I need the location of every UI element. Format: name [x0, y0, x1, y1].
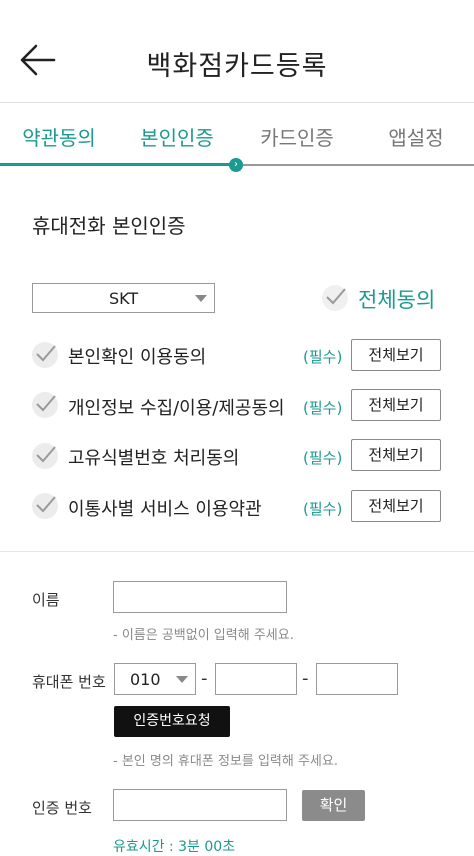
required-badge: (필수)	[303, 449, 343, 467]
phone-separator: -	[201, 668, 208, 689]
name-label: 이름	[32, 591, 60, 609]
required-badge: (필수)	[303, 500, 343, 518]
term-label-privacy: 개인정보 수집/이용/제공동의	[68, 398, 285, 419]
carrier-select-value: SKT	[109, 289, 139, 308]
section-title: 휴대전화 본인인증	[32, 214, 186, 238]
code-label: 인증 번호	[32, 799, 92, 817]
term-checkbox-carrier-service[interactable]	[32, 493, 58, 519]
phone-label: 휴대폰 번호	[32, 673, 106, 691]
term-checkbox-unique-id[interactable]	[32, 443, 58, 469]
chevron-down-icon	[176, 676, 188, 683]
app-header: 백화점카드등록	[0, 0, 474, 103]
term-label-unique-id: 고유식별번호 처리동의	[68, 448, 240, 469]
phone-separator: -	[302, 668, 309, 689]
view-all-button-privacy[interactable]: 전체보기	[351, 389, 441, 421]
agree-all-label[interactable]: 전체동의	[358, 284, 435, 314]
tab-terms-agreement[interactable]: 약관동의	[0, 122, 118, 151]
term-label-identity: 본인확인 이용동의	[68, 347, 207, 368]
name-hint: - 이름은 공백없이 입력해 주세요.	[113, 628, 294, 643]
required-badge: (필수)	[303, 348, 343, 366]
tab-identity-verification[interactable]: 본인인증	[118, 122, 236, 151]
view-all-button-unique-id[interactable]: 전체보기	[351, 439, 441, 471]
name-input[interactable]	[113, 581, 287, 613]
phone-last-input[interactable]	[316, 663, 398, 695]
progress-track-remaining	[236, 164, 474, 166]
carrier-select[interactable]: SKT	[32, 283, 215, 313]
term-label-carrier-service: 이통사별 서비스 이용약관	[68, 499, 262, 520]
phone-middle-input[interactable]	[215, 663, 297, 695]
tab-app-settings[interactable]: 앱설정	[357, 122, 474, 151]
phone-hint: - 본인 명의 휴대폰 정보를 입력해 주세요.	[113, 754, 338, 769]
chevron-down-icon	[195, 295, 207, 302]
section-divider	[0, 551, 474, 552]
required-badge: (필수)	[303, 399, 343, 417]
page-title: 백화점카드등록	[146, 51, 328, 82]
view-all-button-identity[interactable]: 전체보기	[351, 339, 441, 371]
tab-card-verification[interactable]: 카드인증	[238, 122, 356, 151]
progress-track-completed	[0, 163, 236, 166]
term-checkbox-identity[interactable]	[32, 342, 58, 368]
request-code-button[interactable]: 인증번호요청	[114, 706, 230, 737]
confirm-button[interactable]: 확인	[302, 790, 365, 821]
timer-text: 유효시간 : 3분 00초	[113, 839, 236, 855]
progress-marker-icon: ›	[229, 158, 243, 172]
term-checkbox-privacy[interactable]	[32, 392, 58, 418]
phone-prefix-value: 010	[130, 670, 161, 689]
phone-prefix-select[interactable]: 010	[114, 663, 196, 695]
code-input[interactable]	[113, 789, 287, 821]
agree-all-checkbox[interactable]	[322, 285, 348, 311]
view-all-button-carrier-service[interactable]: 전체보기	[351, 490, 441, 522]
